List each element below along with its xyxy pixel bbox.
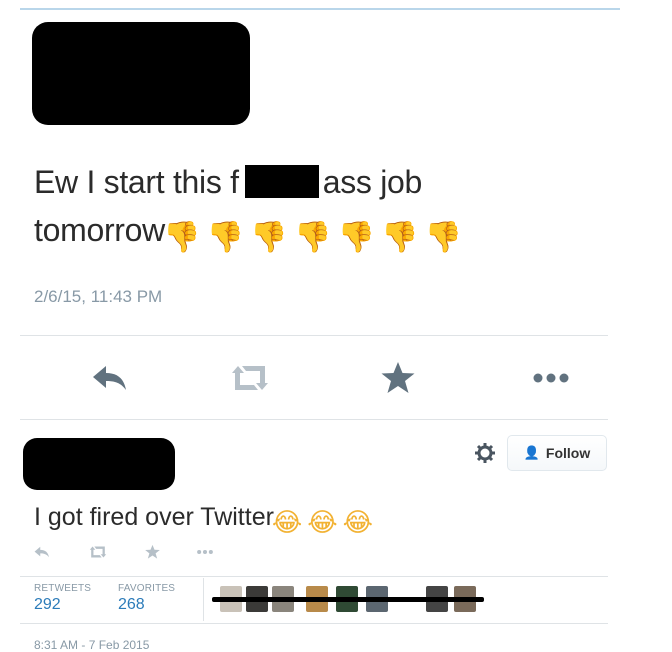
divider [20,335,608,336]
reply-icon [93,366,126,390]
top-divider [20,8,620,10]
redacted-profile-name [23,438,175,490]
more-icon [197,549,213,555]
add-user-icon: 👤 [523,445,540,460]
thumbs-down-icon: 👎 [337,221,375,254]
divider [20,419,608,420]
stats-divider [203,578,204,621]
more-icon [533,373,569,383]
tweet-action-bar [20,350,620,406]
thumbs-down-icon: 👎 [293,221,331,254]
favorites-label: FAVORITES [118,583,176,594]
retweet-icon [89,546,107,558]
thumbs-down-icon: 👎 [250,221,288,254]
tears-of-joy-icon: 😂 [342,507,373,537]
tears-of-joy-icon: 😂 [271,507,303,537]
retweets-label: RETWEETS [34,583,92,594]
tweet-text-part3: tomorrow [34,212,165,248]
redacted-word [244,165,319,198]
favorite-button[interactable] [370,350,426,406]
reply-icon [34,546,49,558]
star-icon [381,362,415,393]
thumbs-down-icon: 👎 [381,221,419,254]
thumbs-down-icon: 👎 [206,221,244,254]
reply-button[interactable] [30,540,54,564]
tweet-text-part1: Ew I start this f [34,164,239,200]
follow-button[interactable]: 👤 Follow [507,435,607,471]
laughing-emoji-row: 😂 😂 😂 [271,507,373,538]
tears-of-joy-icon: 😂 [307,507,338,537]
thumbs-down-icon: 👎 [162,221,201,254]
favorite-button[interactable] [140,540,164,564]
gear-icon [475,443,495,463]
favorites-count: 268 [118,596,145,613]
retweet-button[interactable] [222,350,278,406]
redacted-profile-header [32,22,250,125]
divider [20,623,608,624]
tweet-text: I got fired over Twitter 😂 😂 😂 [34,503,373,538]
retweet-icon [232,366,268,390]
more-button[interactable] [523,350,579,406]
star-icon [144,544,160,559]
tweet-timestamp[interactable]: 2/6/15, 11:43 PM [34,287,162,307]
redaction-strike-line [212,597,484,602]
follow-label: Follow [545,445,591,461]
tweet-text-part2: ass job [322,164,423,200]
tweet-timestamp[interactable]: 8:31 AM - 7 Feb 2015 [34,638,149,652]
reply-button[interactable] [82,350,138,406]
tweet-text: Ew I start this f ass job tomorrow 👎 👎 👎 … [34,158,462,260]
more-button[interactable] [193,540,217,564]
retweet-button[interactable] [86,540,110,564]
settings-button[interactable] [474,442,496,464]
favorites-stat[interactable]: FAVORITES 268 [118,583,175,614]
divider [20,576,608,577]
thumbs-down-emoji-row: 👎 👎 👎 👎 👎 👎 👎 [162,212,462,260]
thumbs-down-icon: 👎 [424,221,462,254]
retweets-count: 292 [34,596,61,613]
tweet-text-body: I got fired over Twitter [34,503,274,531]
retweets-stat[interactable]: RETWEETS 292 [34,583,91,614]
